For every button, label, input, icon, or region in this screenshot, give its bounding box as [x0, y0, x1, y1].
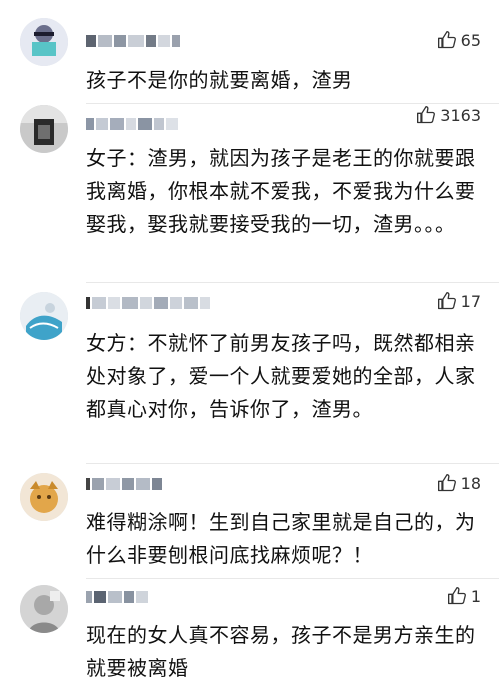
like-button[interactable]: 3163 [416, 105, 481, 125]
comment-text: 孩子不是你的就要离婚，渣男 [86, 68, 353, 92]
like-count: 65 [460, 30, 481, 50]
divider [86, 578, 499, 579]
username-blurred[interactable] [86, 117, 180, 131]
like-button[interactable]: 1 [447, 586, 481, 606]
thumbs-up-icon [437, 292, 456, 310]
avatar-image [20, 473, 68, 521]
comment-text: 女方：不就怀了前男友孩子吗，既然都相亲处对象了，爱一个人就要爱她的全部，人家都真… [86, 331, 476, 421]
comment-text: 女子：渣男，就因为孩子是老王的你就要跟我离婚，你根本就不爱我，不爱我为什么要娶我… [86, 146, 476, 236]
like-count: 1 [470, 586, 481, 606]
avatar[interactable] [20, 105, 68, 153]
divider [86, 103, 499, 104]
thumbs-up-icon [437, 474, 456, 492]
avatar-image [20, 18, 68, 66]
like-button[interactable]: 18 [437, 473, 481, 493]
username-blurred[interactable] [86, 34, 182, 48]
thumbs-up-icon [437, 31, 456, 49]
username-blurred[interactable] [86, 477, 164, 491]
comment-text: 难得糊涂啊！生到自己家里就是自己的，为什么非要刨根问底找麻烦呢？！ [86, 510, 476, 567]
comment-text: 现在的女人真不容易，孩子不是男方亲生的就要被离婚 [86, 623, 476, 680]
avatar[interactable] [20, 18, 68, 66]
divider [86, 463, 499, 464]
divider [86, 282, 499, 283]
thumbs-up-icon [447, 587, 466, 605]
avatar-image [20, 105, 68, 153]
avatar[interactable] [20, 292, 68, 340]
like-button[interactable]: 65 [437, 30, 481, 50]
like-count: 18 [460, 473, 481, 493]
avatar-image [20, 292, 68, 340]
username-blurred[interactable] [86, 590, 150, 604]
avatar-image [20, 585, 68, 633]
thumbs-up-icon [417, 106, 436, 124]
like-button[interactable]: 17 [437, 291, 481, 311]
avatar[interactable] [20, 585, 68, 633]
avatar[interactable] [20, 473, 68, 521]
username-blurred[interactable] [86, 296, 212, 310]
like-count: 3163 [440, 105, 481, 125]
like-count: 17 [460, 291, 481, 311]
